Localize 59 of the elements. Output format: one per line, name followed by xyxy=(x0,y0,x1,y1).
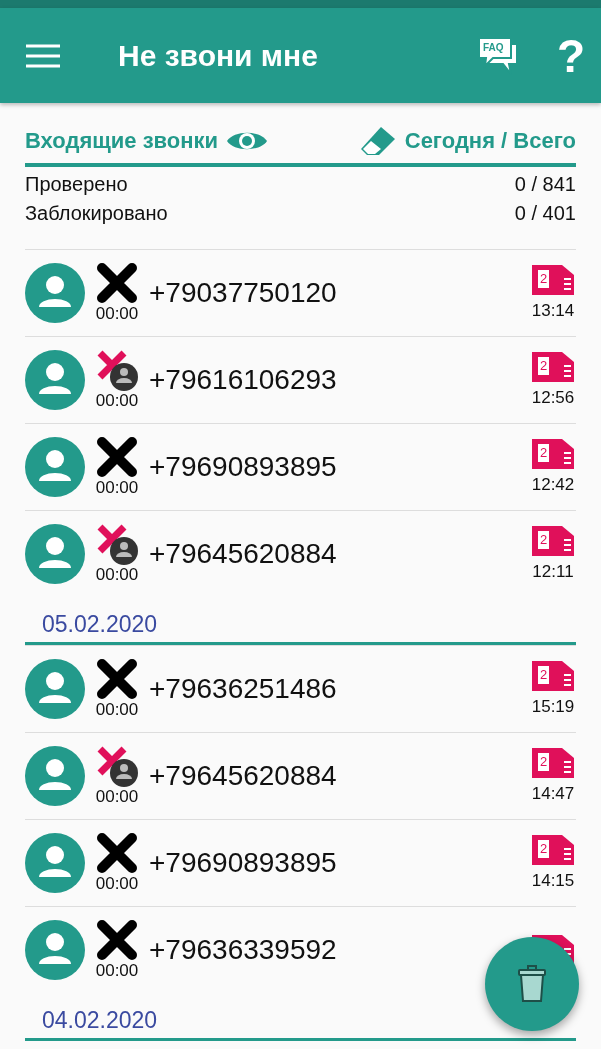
stat-value: 0 / 841 xyxy=(514,173,576,196)
call-time: 15:19 xyxy=(531,697,575,717)
call-duration: 00:00 xyxy=(95,961,139,981)
call-duration: 00:00 xyxy=(95,874,139,894)
phone-number: +79690893895 xyxy=(149,847,338,879)
call-time: 12:56 xyxy=(531,388,575,408)
blocked-contact-icon xyxy=(96,745,138,787)
call-duration: 00:00 xyxy=(95,391,139,411)
sim-card-icon: 2 xyxy=(532,748,574,778)
phone-number: +79037750120 xyxy=(149,277,338,309)
phone-number: +79616106293 xyxy=(149,364,338,396)
avatar-icon xyxy=(25,524,85,584)
period-label: Сегодня / Всего xyxy=(404,128,576,154)
call-duration: 00:00 xyxy=(95,565,139,585)
sim-card-icon: 2 xyxy=(532,265,574,295)
avatar-icon xyxy=(25,833,85,893)
cross-icon xyxy=(96,832,138,874)
avatar-icon xyxy=(25,263,85,323)
trash-icon xyxy=(517,965,547,1003)
call-duration: 00:00 xyxy=(95,700,139,720)
phone-number: +79645620884 xyxy=(149,538,338,570)
phone-number: +79645620884 xyxy=(149,760,338,792)
sim-card-icon: 2 xyxy=(532,352,574,382)
phone-number: +79690893895 xyxy=(149,451,338,483)
avatar-icon xyxy=(25,920,85,980)
sim-card-icon: 2 xyxy=(532,526,574,556)
call-time: 14:47 xyxy=(531,784,575,804)
call-time: 12:11 xyxy=(532,562,574,582)
help-button[interactable]: ? xyxy=(556,28,585,83)
call-time: 14:15 xyxy=(531,871,575,891)
phone-number: +79636339592 xyxy=(149,934,338,966)
date-header: 05.02.2020 xyxy=(25,597,576,645)
call-duration: 00:00 xyxy=(95,478,139,498)
avatar-icon xyxy=(25,746,85,806)
stat-value: 0 / 401 xyxy=(514,202,576,225)
cross-icon xyxy=(96,658,138,700)
stat-label: Заблокировано xyxy=(25,202,168,225)
stat-label: Проверено xyxy=(25,173,128,196)
sim-card-icon: 2 xyxy=(532,439,574,469)
call-duration: 00:00 xyxy=(95,304,139,324)
cross-icon xyxy=(96,262,138,304)
call-duration: 00:00 xyxy=(95,787,139,807)
call-time: 13:14 xyxy=(531,301,575,321)
avatar-icon xyxy=(25,659,85,719)
call-time: 12:42 xyxy=(531,475,575,495)
blocked-contact-icon xyxy=(96,349,138,391)
avatar-icon xyxy=(25,437,85,497)
section-heading: Входящие звонки xyxy=(25,128,219,154)
delete-button[interactable] xyxy=(485,937,579,1031)
blocked-contact-icon xyxy=(96,523,138,565)
cross-icon xyxy=(96,919,138,961)
phone-number: +79636251486 xyxy=(149,673,338,705)
menu-icon[interactable] xyxy=(26,43,60,68)
sim-card-icon: 2 xyxy=(532,835,574,865)
cross-icon xyxy=(96,436,138,478)
avatar-icon xyxy=(25,350,85,410)
eraser-icon[interactable] xyxy=(358,125,397,157)
app-title: Не звони мне xyxy=(118,38,319,73)
sim-card-icon: 2 xyxy=(532,661,574,691)
